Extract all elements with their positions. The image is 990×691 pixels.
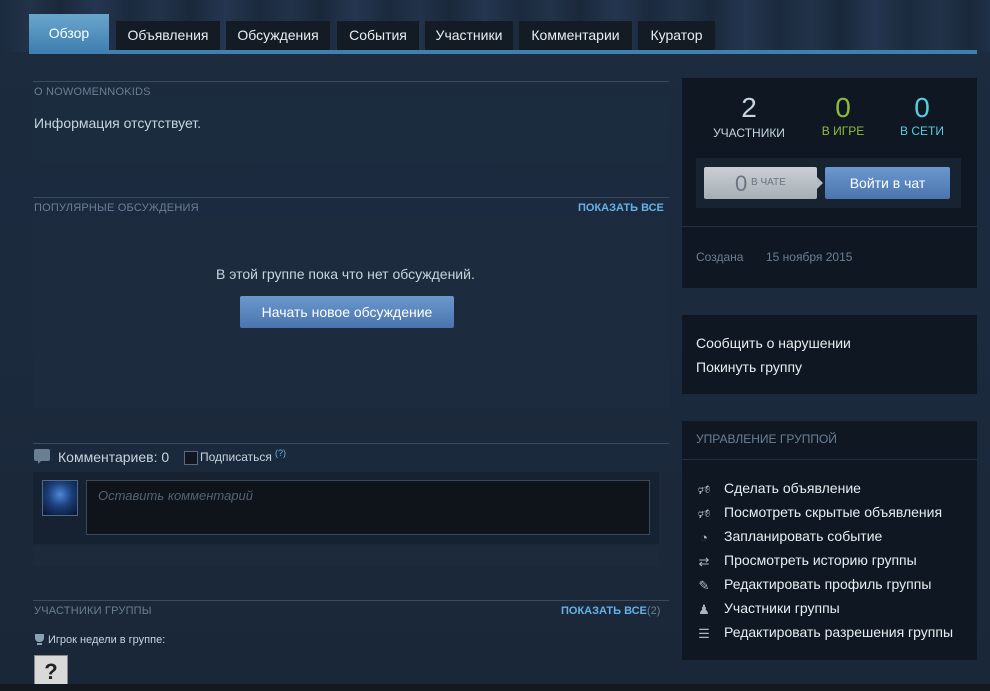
tab-members[interactable]: Участники bbox=[425, 21, 513, 50]
group-members-link[interactable]: Участники группы bbox=[724, 600, 840, 616]
about-caption: О NOWOMENNOKIDS bbox=[34, 86, 151, 98]
chat-count: 0 bbox=[735, 171, 748, 196]
enter-chat-button[interactable]: Войти в чат bbox=[825, 167, 950, 199]
player-of-week-label: Игрок недели в группе: bbox=[48, 634, 166, 646]
permissions-icon: ☰ bbox=[698, 626, 710, 641]
clock-icon: ◔ bbox=[700, 530, 708, 545]
schedule-event-link[interactable]: Запланировать событие bbox=[724, 528, 882, 544]
pencil-icon: ✎ bbox=[698, 578, 710, 593]
divider bbox=[33, 443, 669, 444]
about-text: Информация отсутствует. bbox=[34, 115, 202, 131]
created-date: 15 ноября 2015 bbox=[766, 250, 853, 264]
subscribe-checkbox[interactable] bbox=[184, 451, 198, 465]
created-label: Создана bbox=[696, 250, 744, 264]
members-stat-label: УЧАСТНИКИ bbox=[713, 126, 785, 140]
megaphone-icon: 🕫︎ bbox=[697, 506, 711, 521]
report-violation-link[interactable]: Сообщить о нарушении bbox=[696, 335, 851, 351]
comment-bubble-icon bbox=[34, 449, 50, 461]
online-stat-count: 0 bbox=[914, 92, 930, 123]
online-stat-label: В СЕТИ bbox=[900, 124, 944, 138]
group-history-link[interactable]: Просмотреть историю группы bbox=[724, 552, 917, 568]
members-stat-count: 2 bbox=[741, 92, 757, 123]
chat-count-box-arrow bbox=[817, 177, 823, 189]
tab-events[interactable]: События bbox=[337, 21, 419, 50]
hidden-announcements-link[interactable]: Посмотреть скрытые объявления bbox=[724, 504, 942, 520]
subscribe-help-icon[interactable]: (?) bbox=[275, 448, 286, 458]
edit-permissions-link[interactable]: Редактировать разрешения группы bbox=[724, 624, 953, 640]
members-count: (2) bbox=[647, 605, 661, 617]
tab-comments[interactable]: Комментарии bbox=[519, 21, 632, 50]
comment-input-placeholder: Оставить комментарий bbox=[98, 488, 253, 503]
comment-footer-panel bbox=[33, 546, 659, 566]
comments-count-title: Комментариев: 0 bbox=[58, 449, 170, 465]
tab-curator[interactable]: Куратор bbox=[638, 21, 715, 50]
divider bbox=[33, 600, 669, 601]
trophy-icon-base bbox=[37, 643, 42, 645]
discussions-show-all-link[interactable]: ПОКАЗАТЬ ВСЕ bbox=[578, 202, 664, 214]
make-announcement-link[interactable]: Сделать объявление bbox=[724, 480, 861, 496]
divider bbox=[33, 81, 669, 82]
management-caption: УПРАВЛЕНИЕ ГРУППОЙ bbox=[696, 432, 837, 446]
people-icon: ♟ bbox=[698, 602, 710, 617]
discussions-caption: ПОПУЛЯРНЫЕ ОБСУЖДЕНИЯ bbox=[34, 202, 199, 214]
divider bbox=[33, 197, 669, 198]
tab-announcements[interactable]: Объявления bbox=[116, 21, 220, 50]
discussions-empty-text: В этой группе пока что нет обсуждений. bbox=[216, 266, 475, 282]
tab-discussions[interactable]: Обсуждения bbox=[226, 21, 330, 50]
members-caption: УЧАСТНИКИ ГРУППЫ bbox=[34, 605, 152, 617]
members-show-all-link[interactable]: ПОКАЗАТЬ ВСЕ bbox=[561, 605, 647, 617]
chat-count-box: 0 В ЧАТЕ bbox=[704, 167, 817, 199]
divider bbox=[682, 226, 977, 227]
comment-input[interactable]: Оставить комментарий bbox=[86, 480, 650, 535]
history-icon: ⇄ bbox=[698, 554, 710, 569]
leave-group-link[interactable]: Покинуть группу bbox=[696, 359, 802, 375]
user-avatar[interactable] bbox=[42, 480, 78, 516]
trophy-icon bbox=[35, 634, 44, 642]
divider bbox=[682, 459, 977, 460]
comment-bubble-icon-tail bbox=[38, 460, 42, 464]
tab-underline bbox=[29, 50, 977, 54]
subscribe-label[interactable]: Подписаться bbox=[200, 450, 272, 464]
chat-count-label: В ЧАТЕ bbox=[751, 177, 786, 188]
megaphone-icon: 🕫︎ bbox=[697, 482, 711, 497]
bottom-bar bbox=[0, 684, 990, 691]
edit-profile-link[interactable]: Редактировать профиль группы bbox=[724, 576, 931, 592]
start-discussion-button[interactable]: Начать новое обсуждение bbox=[240, 296, 454, 328]
tab-overview[interactable]: Обзор bbox=[29, 14, 109, 52]
group-actions-panel bbox=[682, 315, 977, 394]
